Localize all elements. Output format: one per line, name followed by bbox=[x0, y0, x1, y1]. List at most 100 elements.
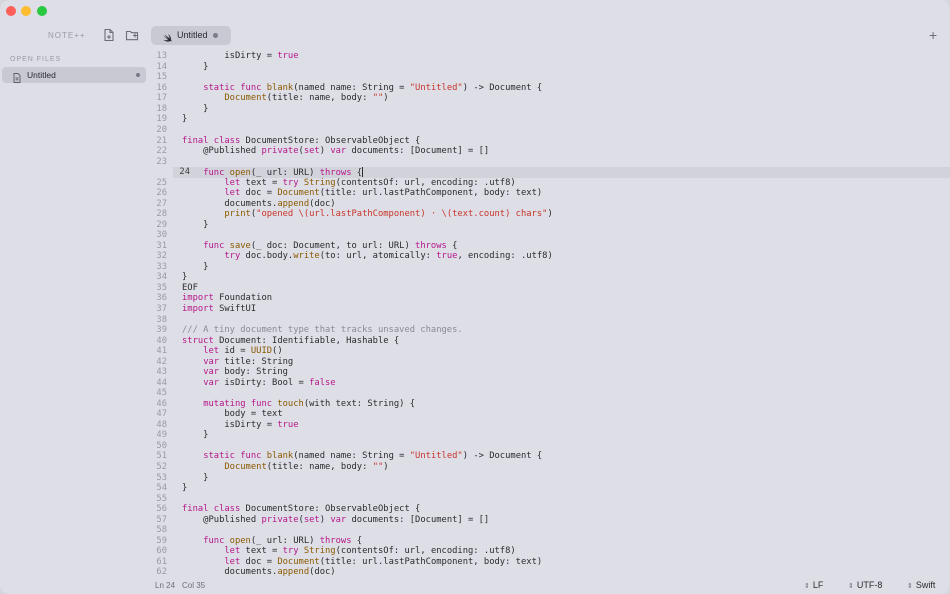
code-line[interactable]: 59 func open(_ url: URL) throws { bbox=[150, 536, 950, 547]
code-line[interactable]: 45 bbox=[150, 388, 950, 399]
code-line[interactable]: 51 static func blank(named name: String … bbox=[150, 451, 950, 462]
code-line[interactable]: 27 documents.append(doc) bbox=[150, 199, 950, 210]
code-line[interactable]: 22 @Published private(set) var documents… bbox=[150, 146, 950, 157]
code-text: var body: String bbox=[203, 367, 288, 378]
code-text: let doc = Document(title: url.lastPathCo… bbox=[224, 556, 543, 567]
code-line[interactable]: 19} bbox=[150, 114, 950, 125]
tab-untitled[interactable]: Untitled bbox=[151, 26, 231, 45]
tab-label: Untitled bbox=[177, 30, 208, 40]
code-line[interactable]: 15 bbox=[150, 72, 950, 83]
code-line[interactable]: 37 import SwiftUI bbox=[150, 304, 950, 315]
code-text: var isDirty: Bool = false bbox=[203, 377, 336, 388]
code-line[interactable]: 20 bbox=[150, 125, 950, 136]
code-line[interactable]: 46 mutating func touch(with text: String… bbox=[150, 399, 950, 410]
code-line[interactable]: 13 isDirty = true bbox=[150, 51, 950, 62]
code-text: } bbox=[182, 261, 209, 272]
code-text: let text = try String(contentsOf: url, e… bbox=[224, 546, 516, 557]
line-number: 49 bbox=[156, 430, 167, 441]
code-line[interactable]: 49 } bbox=[150, 430, 950, 441]
code-text: isDirty = true bbox=[182, 51, 299, 62]
code-line[interactable]: 57 @Published private(set) var documents… bbox=[150, 515, 950, 526]
code-text: func open(_ url: URL) throws { bbox=[203, 535, 363, 546]
line-number: 61 bbox=[156, 556, 167, 567]
code-line[interactable]: 28 print("opened \(url.lastPathComponent… bbox=[150, 209, 950, 220]
line-ending-selector[interactable]: ⇕ LF bbox=[804, 580, 823, 590]
code-line[interactable]: 35 EOF bbox=[150, 283, 950, 294]
line-number: 52 bbox=[156, 461, 167, 472]
line-number: 53 bbox=[156, 472, 167, 483]
open-folder-icon[interactable] bbox=[125, 28, 139, 42]
add-tab-button[interactable]: + bbox=[929, 28, 941, 42]
unsaved-indicator[interactable] bbox=[213, 33, 218, 38]
code-line[interactable]: 61 let doc = Document(title: url.lastPat… bbox=[150, 557, 950, 568]
code-line[interactable]: 17 Document(title: name, body: "") bbox=[150, 93, 950, 104]
language-selector[interactable]: ⇕ Swift bbox=[907, 580, 935, 590]
code-line[interactable]: 56 final class DocumentStore: ObservableO… bbox=[150, 504, 950, 515]
code-line[interactable]: 48 isDirty = true bbox=[150, 420, 950, 431]
close-window-button[interactable] bbox=[6, 6, 16, 16]
code-line[interactable]: 62 documents.append(doc) bbox=[150, 567, 950, 578]
code-line[interactable]: 16 static func blank(named name: String … bbox=[150, 83, 950, 94]
minimize-window-button[interactable] bbox=[21, 6, 31, 16]
code-line[interactable]: 29 } bbox=[150, 220, 950, 231]
code-line[interactable]: 18 } bbox=[150, 104, 950, 115]
code-line[interactable]: 30 bbox=[150, 230, 950, 241]
code-line[interactable]: 55 bbox=[150, 494, 950, 505]
code-line[interactable]: 24 func open(_ url: URL) throws { bbox=[173, 167, 950, 178]
zoom-window-button[interactable] bbox=[37, 6, 47, 16]
line-number: 48 bbox=[156, 419, 167, 430]
code-line[interactable]: 53 } bbox=[150, 473, 950, 484]
code-editor[interactable]: 13 isDirty = true 14 } 15 16 static func bl… bbox=[150, 48, 950, 578]
code-line[interactable]: 60 let text = try String(contentsOf: url… bbox=[150, 546, 950, 557]
line-number: 40 bbox=[156, 335, 167, 346]
code-text: } bbox=[182, 61, 209, 72]
encoding-selector[interactable]: ⇕ UTF-8 bbox=[848, 580, 882, 590]
code-text: func save(_ doc: Document, to url: URL) … bbox=[203, 240, 458, 251]
code-text: static func blank(named name: String = "… bbox=[203, 82, 543, 93]
code-line[interactable]: 43 var body: String bbox=[150, 367, 950, 378]
code-line[interactable]: 44 var isDirty: Bool = false bbox=[150, 378, 950, 389]
code-line[interactable]: 36 import Foundation bbox=[150, 293, 950, 304]
code-line[interactable]: 38 bbox=[150, 315, 950, 326]
code-line[interactable]: 58 bbox=[150, 525, 950, 536]
line-number: 46 bbox=[156, 398, 167, 409]
code-line[interactable]: 26 let doc = Document(title: url.lastPat… bbox=[150, 188, 950, 199]
code-line[interactable]: 42 var title: String bbox=[150, 357, 950, 368]
chevron-updown-icon: ⇕ bbox=[804, 583, 810, 590]
line-number: 34 bbox=[156, 272, 167, 283]
code-line[interactable]: 32 try doc.body.write(to: url, atomicall… bbox=[150, 251, 950, 262]
line-number: 26 bbox=[156, 188, 167, 199]
code-text: import Foundation bbox=[182, 293, 273, 304]
code-text: documents.append(doc) bbox=[182, 567, 336, 578]
code-line[interactable]: 47 body = text bbox=[150, 409, 950, 420]
code-line[interactable]: 33 } bbox=[150, 262, 950, 273]
sidebar-item-untitled[interactable]: Untitled bbox=[2, 67, 146, 83]
code-text: mutating func touch(with text: String) { bbox=[203, 398, 416, 409]
code-line[interactable]: 52 Document(title: name, body: "") bbox=[150, 462, 950, 473]
code-line[interactable]: 14 } bbox=[150, 62, 950, 73]
line-number: 59 bbox=[156, 535, 167, 546]
code-line[interactable]: 50 bbox=[150, 441, 950, 452]
code-text: let id = UUID() bbox=[203, 346, 283, 357]
code-text: } bbox=[182, 272, 188, 283]
code-line[interactable]: 34} bbox=[150, 272, 950, 283]
app-name: NOTE++ bbox=[48, 31, 86, 40]
code-text: let text = try String(contentsOf: url, e… bbox=[224, 177, 516, 188]
file-icon bbox=[13, 70, 21, 83]
line-number: 54 bbox=[156, 483, 167, 494]
column-indicator: Col 35 bbox=[182, 581, 206, 590]
code-line[interactable]: 23 bbox=[150, 157, 950, 168]
code-line[interactable]: 41 let id = UUID() bbox=[150, 346, 950, 357]
code-line[interactable]: 39 /// A tiny document type that tracks u… bbox=[150, 325, 950, 336]
new-file-icon[interactable] bbox=[102, 28, 116, 42]
code-line[interactable]: 21 final class DocumentStore: ObservableO… bbox=[150, 136, 950, 147]
code-line[interactable]: 54} bbox=[150, 483, 950, 494]
line-number: 23 bbox=[156, 156, 167, 167]
line-number: 42 bbox=[156, 356, 167, 367]
code-line[interactable]: 31 func save(_ doc: Document, to url: UR… bbox=[150, 241, 950, 252]
swift-icon bbox=[162, 30, 172, 42]
code-line[interactable]: 40 struct Document: Identifiable, Hashabl… bbox=[150, 336, 950, 347]
code-line[interactable]: 25 let text = try String(contentsOf: url… bbox=[150, 178, 950, 189]
unsaved-indicator bbox=[136, 73, 140, 77]
line-number: 27 bbox=[156, 198, 167, 209]
